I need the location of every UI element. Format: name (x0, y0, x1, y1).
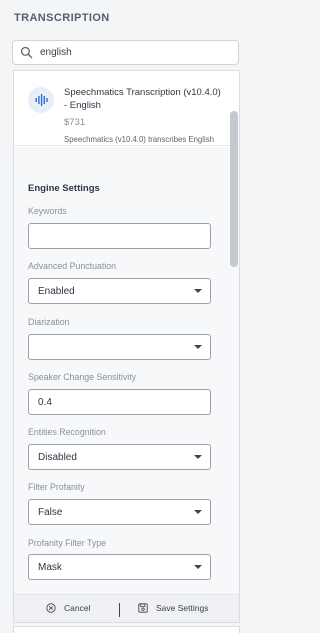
engine-panel: Speechmatics Transcription (v10.4.0) - E… (13, 70, 240, 623)
field-label-filter-profanity: Filter Profanity (28, 482, 85, 492)
chevron-down-icon (194, 565, 202, 569)
save-settings-button[interactable]: Save Settings (138, 603, 208, 613)
advanced-punctuation-select[interactable]: Enabled (28, 278, 211, 304)
speaker-change-sensitivity-input[interactable]: 0.4 (28, 389, 211, 415)
settings-footer: Cancel Save Settings (14, 594, 239, 622)
chevron-down-icon (194, 289, 202, 293)
waveform-icon (28, 87, 54, 113)
keywords-input[interactable] (28, 223, 211, 249)
advanced-punctuation-value: Enabled (38, 285, 75, 297)
engine-name: Speechmatics Transcription (v10.4.0) - E… (64, 87, 221, 111)
floppy-disk-icon (138, 603, 148, 613)
transcription-panel-root: TRANSCRIPTION english Speechmatics Trans… (0, 0, 251, 633)
cancel-button[interactable]: Cancel (46, 603, 90, 613)
speaker-change-sensitivity-value: 0.4 (38, 396, 52, 408)
next-panel-edge (13, 626, 240, 633)
section-title: TRANSCRIPTION (14, 12, 110, 24)
search-input[interactable]: english (12, 40, 239, 65)
field-label-profanity-filter-type: Profanity Filter Type (28, 538, 107, 548)
chevron-down-icon (194, 345, 202, 349)
settings-title: Engine Settings (28, 183, 100, 194)
filter-profanity-select[interactable]: False (28, 499, 211, 525)
diarization-select[interactable] (28, 334, 211, 360)
search-icon (20, 46, 33, 59)
field-label-advanced-punctuation: Advanced Punctuation (28, 261, 117, 271)
filter-profanity-value: False (38, 506, 63, 518)
profanity-filter-type-value: Mask (38, 561, 62, 573)
entities-recognition-select[interactable]: Disabled (28, 444, 211, 470)
field-label-entities-recognition: Entities Recognition (28, 427, 106, 437)
entities-recognition-value: Disabled (38, 451, 77, 463)
field-label-speaker-change-sensitivity: Speaker Change Sensitivity (28, 372, 137, 382)
field-label-diarization: Diarization (28, 317, 70, 327)
profanity-filter-type-select[interactable]: Mask (28, 554, 211, 580)
engine-card[interactable]: Speechmatics Transcription (v10.4.0) - E… (14, 71, 239, 155)
close-circle-icon (46, 603, 56, 613)
chevron-down-icon (194, 510, 202, 514)
save-settings-label: Save Settings (156, 603, 209, 613)
chevron-down-icon (194, 455, 202, 459)
engine-settings: Engine Settings Keywords Advanced Punctu… (14, 147, 239, 594)
engine-price: $731 (64, 117, 86, 128)
cancel-label: Cancel (64, 603, 91, 613)
search-value: english (40, 47, 72, 58)
field-label-keywords: Keywords (28, 206, 67, 216)
scrollbar-thumb[interactable] (230, 111, 238, 267)
footer-divider (119, 603, 120, 617)
